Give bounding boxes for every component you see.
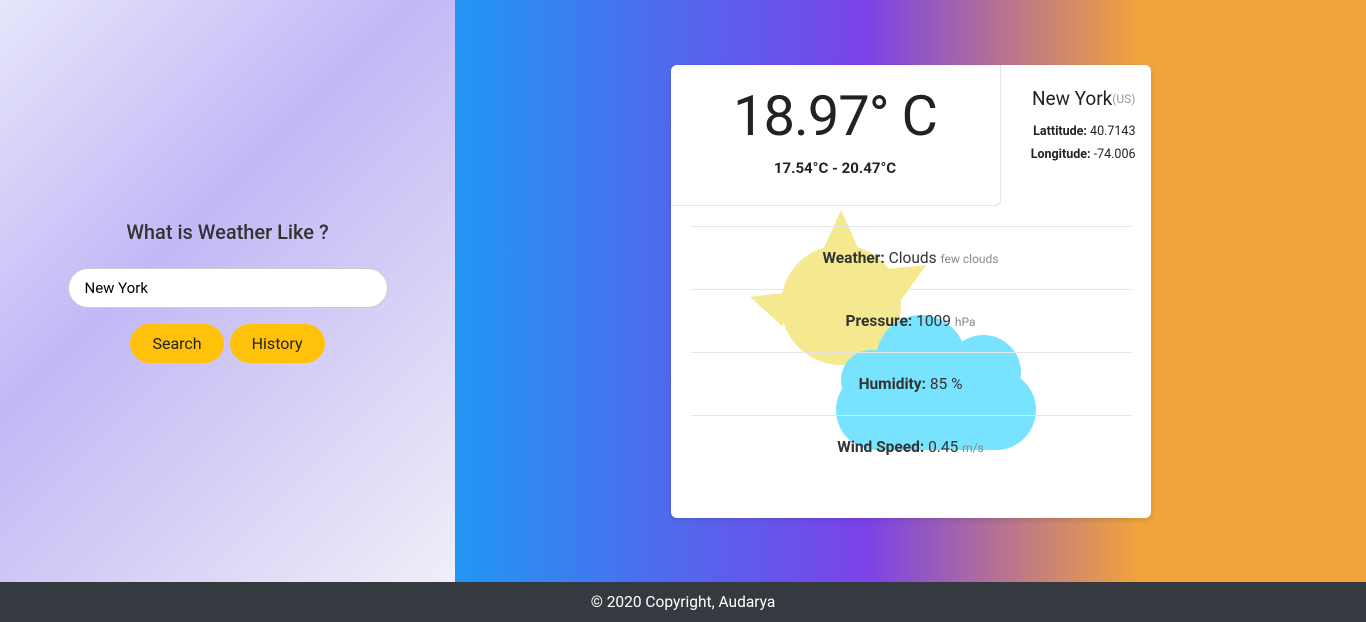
latitude-value: 40.7143 <box>1087 124 1136 139</box>
humidity-label: Humidity: <box>859 375 926 393</box>
pressure-label: Pressure: <box>846 312 913 330</box>
search-title: What is Weather Like ? <box>126 220 328 244</box>
wind-unit: m/s <box>962 441 984 455</box>
humidity-value: 85 % <box>926 375 962 393</box>
wind-label: Wind Speed: <box>837 438 924 456</box>
details-section: Weather: Clouds few clouds Pressure: 100… <box>671 206 1151 518</box>
weather-row: Weather: Clouds few clouds <box>691 226 1131 289</box>
longitude: Longitude: -74.006 <box>1016 147 1136 162</box>
latitude-label: Lattitude: <box>1033 124 1087 139</box>
city-name: New York <box>1032 87 1112 110</box>
weather-card: 18.97° C 17.54°C - 20.47°C New York(US) … <box>671 65 1151 518</box>
temperature-range: 17.54°C - 20.47°C <box>701 159 970 177</box>
footer: © 2020 Copyright, Audarya <box>0 582 1366 622</box>
location-section: New York(US) Lattitude: 40.7143 Longitud… <box>1001 65 1151 206</box>
search-button[interactable]: Search <box>130 324 223 363</box>
weather-value: Clouds <box>885 249 941 267</box>
temperature-section: 18.97° C 17.54°C - 20.47°C <box>671 65 1001 206</box>
longitude-label: Longitude: <box>1031 147 1091 162</box>
pressure-unit: hPa <box>955 315 976 329</box>
city-line: New York(US) <box>1016 87 1136 110</box>
pressure-row: Pressure: 1009 hPa <box>691 289 1131 352</box>
current-temperature: 18.97° C <box>701 83 970 149</box>
footer-text: © 2020 Copyright, Audarya <box>591 593 776 611</box>
latitude: Lattitude: 40.7143 <box>1016 124 1136 139</box>
results-panel: 18.97° C 17.54°C - 20.47°C New York(US) … <box>455 0 1366 582</box>
wind-value: 0.45 <box>924 438 962 456</box>
weather-desc: few clouds <box>941 252 999 266</box>
history-button[interactable]: History <box>230 324 325 363</box>
pressure-value: 1009 <box>912 312 955 330</box>
country-code: (US) <box>1112 92 1135 106</box>
weather-label: Weather: <box>822 249 884 267</box>
longitude-value: -74.006 <box>1091 147 1136 162</box>
wind-row: Wind Speed: 0.45 m/s <box>691 415 1131 478</box>
button-row: Search History <box>130 324 324 363</box>
humidity-row: Humidity: 85 % <box>691 352 1131 415</box>
card-top: 18.97° C 17.54°C - 20.47°C New York(US) … <box>671 65 1151 206</box>
main-container: What is Weather Like ? Search History <box>0 0 1366 582</box>
search-panel: What is Weather Like ? Search History <box>0 0 455 582</box>
city-search-input[interactable] <box>68 268 388 308</box>
